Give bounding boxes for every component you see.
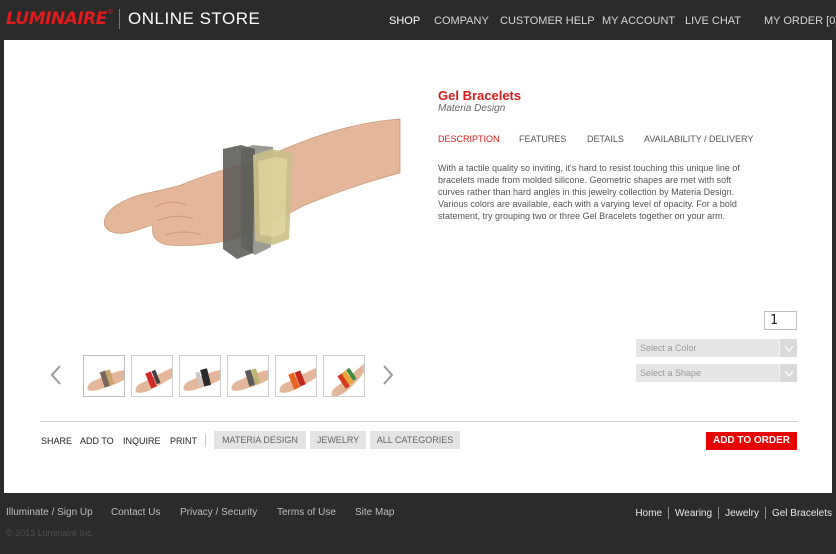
site-header: LUMINAIRE ® ONLINE STORE SHOP COMPANY CUS…: [0, 0, 836, 40]
chevron-right-icon[interactable]: [381, 363, 395, 387]
nav-customer-help[interactable]: CUSTOMER HELP: [500, 15, 595, 27]
product-title: Gel Bracelets: [438, 88, 522, 103]
footer-link-site-map[interactable]: Site Map: [355, 507, 394, 518]
tab-description[interactable]: DESCRIPTION: [438, 134, 500, 144]
chevron-down-icon[interactable]: [779, 339, 797, 357]
product-image: [103, 118, 401, 259]
product-description: With a tactile quality so inviting, it's…: [438, 163, 740, 221]
breadcrumb-home[interactable]: Home: [635, 508, 662, 519]
color-select-label: Select a Color: [640, 343, 697, 353]
category-chip-materia-design[interactable]: MATERIA DESIGN: [214, 431, 306, 449]
color-select[interactable]: Select a Color: [636, 339, 797, 357]
section-divider: [40, 421, 798, 422]
footer-link-contact[interactable]: Contact Us: [111, 507, 160, 518]
frame-left: [0, 40, 4, 493]
category-chip-jewelry[interactable]: JEWELRY: [310, 431, 366, 449]
breadcrumb-jewelry[interactable]: Jewelry: [725, 508, 759, 519]
nav-my-account[interactable]: MY ACCOUNT: [602, 15, 675, 27]
print-link[interactable]: PRINT: [170, 436, 197, 446]
nav-company[interactable]: COMPANY: [434, 15, 489, 27]
footer-link-sign-up[interactable]: Illuminate / Sign Up: [6, 507, 93, 518]
breadcrumb-gel-bracelets: Gel Bracelets: [771, 507, 832, 519]
site-footer: Illuminate / Sign Up Contact Us Privacy …: [0, 493, 836, 554]
quantity-input[interactable]: 1: [764, 311, 797, 330]
breadcrumb-separator: [668, 507, 669, 519]
add-to-order-button[interactable]: ADD TO ORDER: [706, 432, 797, 450]
breadcrumb: Home Wearing Jewelry Gel Bracelets: [635, 507, 832, 519]
chevron-left-icon[interactable]: [49, 363, 63, 387]
breadcrumb-separator: [718, 507, 720, 519]
copyright: © 2013 Luminaire Inc.: [6, 528, 95, 538]
thumbnail[interactable]: [275, 355, 317, 397]
chevron-down-icon[interactable]: [779, 364, 797, 382]
thumbnail[interactable]: [323, 355, 365, 397]
shape-select[interactable]: Select a Shape: [636, 364, 797, 382]
breadcrumb-wearing[interactable]: Wearing: [675, 508, 712, 519]
product-brand[interactable]: Materia Design: [438, 103, 505, 114]
shape-select-label: Select a Shape: [640, 368, 702, 378]
nav-live-chat[interactable]: LIVE CHAT: [685, 15, 741, 27]
top-nav: SHOP COMPANY CUSTOMER HELP MY ACCOUNT LI…: [0, 15, 836, 31]
inquire-link[interactable]: INQUIRE: [123, 436, 161, 446]
thumbnail[interactable]: [83, 355, 125, 397]
share-separator: [205, 434, 206, 447]
nav-shop[interactable]: SHOP: [389, 15, 420, 27]
add-to-link[interactable]: ADD TO: [80, 436, 114, 446]
footer-link-terms[interactable]: Terms of Use: [277, 507, 336, 518]
category-chip-all-categories[interactable]: ALL CATEGORIES: [370, 431, 460, 449]
tab-details[interactable]: DETAILS: [587, 134, 624, 144]
tab-availability-delivery[interactable]: AVAILABILITY / DELIVERY: [644, 134, 753, 144]
thumbnail[interactable]: [131, 355, 173, 397]
thumbnail[interactable]: [179, 355, 221, 397]
breadcrumb-separator: [764, 507, 766, 519]
tab-features[interactable]: FEATURES: [519, 134, 566, 144]
share-link[interactable]: SHARE: [41, 436, 72, 446]
frame-right: [832, 40, 836, 493]
thumbnail[interactable]: [227, 355, 269, 397]
footer-link-privacy[interactable]: Privacy / Security: [180, 507, 257, 518]
nav-my-order[interactable]: MY ORDER [0]: [764, 15, 836, 27]
